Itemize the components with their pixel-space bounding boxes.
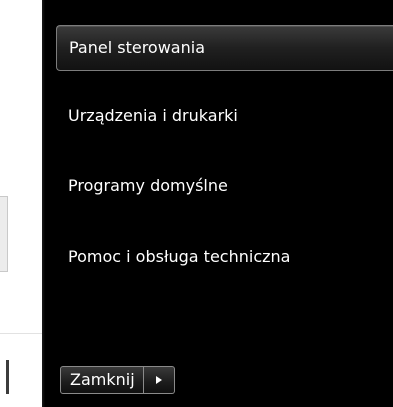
program-list-divider <box>0 333 42 334</box>
menu-item-control-panel[interactable]: Panel sterowania <box>56 25 393 71</box>
triangle-right-icon <box>155 376 162 384</box>
shutdown-control: Zamknij <box>60 366 175 394</box>
shutdown-button[interactable]: Zamknij <box>60 366 144 394</box>
pane-edge-shade <box>42 0 45 407</box>
menu-item-label: Panel sterowania <box>69 38 205 57</box>
menu-item-label: Pomoc i obsługa techniczna <box>68 247 291 266</box>
menu-item-devices-printers[interactable]: Urządzenia i drukarki <box>56 97 393 135</box>
menu-item-help-support[interactable]: Pomoc i obsługa techniczna <box>56 238 393 276</box>
shutdown-options-button[interactable] <box>143 366 175 394</box>
program-list-pane <box>0 0 42 407</box>
menu-item-label: Urządzenia i drukarki <box>68 106 238 125</box>
menu-item-label: Programy domyślne <box>68 176 228 195</box>
menu-item-default-programs[interactable]: Programy domyślne <box>56 167 393 205</box>
search-box-edge[interactable] <box>6 360 9 394</box>
shutdown-label: Zamknij <box>70 370 135 389</box>
program-list-item-fragment[interactable] <box>0 196 8 272</box>
